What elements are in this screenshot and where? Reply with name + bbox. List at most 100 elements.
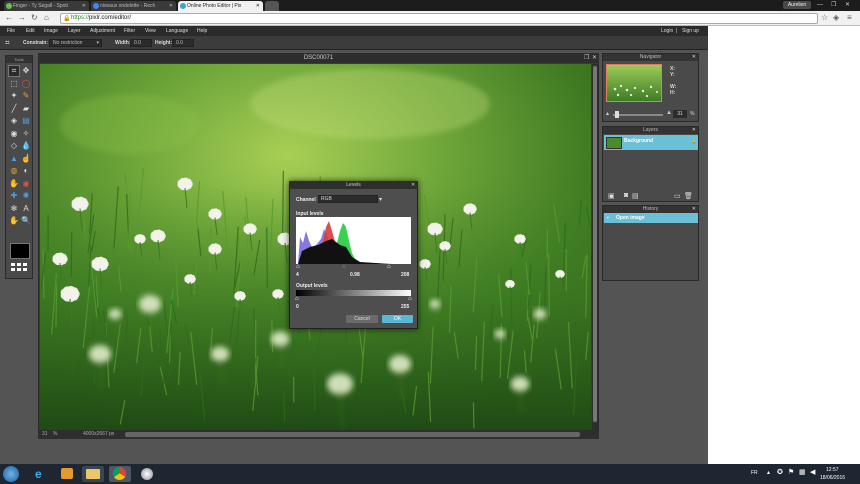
volume-icon[interactable]: ◀ xyxy=(810,468,815,476)
chevron-down-icon[interactable]: ▾ xyxy=(379,196,382,203)
input-low-value[interactable]: 4 xyxy=(296,272,299,278)
output-white-slider[interactable]: ⌂ xyxy=(408,296,412,302)
browser-tab-pixlr[interactable]: Online Photo Editor | Pix ✕ xyxy=(178,1,263,11)
bookmark-star-icon[interactable]: ☆ xyxy=(821,13,828,23)
crop-icon[interactable]: ⌗ xyxy=(8,65,20,77)
extension-icon[interactable]: ◈ xyxy=(833,13,839,23)
bloat-icon[interactable]: ✺ xyxy=(21,191,31,201)
width-input[interactable]: 0.0 xyxy=(130,39,152,47)
layer-settings-icon[interactable]: ▣ xyxy=(608,192,615,200)
zoom-value[interactable]: 31 xyxy=(42,430,48,439)
close-image-icon[interactable]: ✕ xyxy=(592,54,597,62)
menu-icon[interactable]: ≡ xyxy=(847,13,852,23)
close-icon[interactable]: ✕ xyxy=(692,127,696,134)
chrome-taskbar-button[interactable] xyxy=(109,466,131,482)
input-gamma-value[interactable]: 0.98 xyxy=(350,272,360,278)
layer-styles-icon[interactable]: ▤ xyxy=(632,192,639,200)
back-icon[interactable]: ← xyxy=(5,13,13,23)
output-low-value[interactable]: 0 xyxy=(296,304,299,310)
new-tab-button[interactable] xyxy=(265,1,279,11)
menu-adjustment[interactable]: Adjustment xyxy=(90,26,115,36)
output-black-slider[interactable]: ⌂ xyxy=(295,296,299,302)
menu-image[interactable]: Image xyxy=(44,26,58,36)
login-link[interactable]: Login xyxy=(661,26,673,36)
wand-icon[interactable]: ✦ xyxy=(9,91,19,101)
navigator-zoom-input[interactable]: 31 xyxy=(673,110,687,118)
navigator-thumbnail[interactable] xyxy=(606,64,662,102)
vertical-scroll-thumb[interactable] xyxy=(593,66,597,422)
tray-app-icon[interactable]: ✪ xyxy=(777,468,783,476)
clock-date[interactable]: 18/06/2016 xyxy=(820,475,845,481)
lasso-icon[interactable]: ◯ xyxy=(21,79,31,89)
menu-filter[interactable]: Filter xyxy=(124,26,135,36)
type-icon[interactable]: A xyxy=(21,204,31,214)
pinch-icon[interactable]: ✻ xyxy=(9,204,19,214)
brush-icon[interactable]: ╱ xyxy=(9,104,19,114)
input-white-slider[interactable]: ⌂ xyxy=(387,264,391,270)
layer-mask-icon[interactable]: ◙ xyxy=(624,192,628,199)
zoom-slider-track[interactable] xyxy=(613,114,663,116)
menu-layer[interactable]: Layer xyxy=(68,26,81,36)
color-replace-icon[interactable]: ✧ xyxy=(21,129,31,139)
menu-view[interactable]: View xyxy=(145,26,156,36)
blur-icon[interactable]: 💧 xyxy=(21,141,31,151)
height-input[interactable]: 0.0 xyxy=(172,39,194,47)
sharpen-icon[interactable]: ▲ xyxy=(9,154,19,164)
tray-expand-icon[interactable]: ▴ xyxy=(767,469,770,476)
pencil-icon[interactable]: ✎ xyxy=(21,91,31,101)
delete-layer-icon[interactable]: 🗑 xyxy=(684,192,693,200)
zoom-icon[interactable]: 🔍 xyxy=(21,216,31,226)
output-high-value[interactable]: 255 xyxy=(401,304,409,310)
language-indicator[interactable]: FR xyxy=(751,470,758,476)
input-black-slider[interactable]: ⌂ xyxy=(296,264,300,270)
close-icon[interactable]: ✕ xyxy=(82,1,86,11)
network-icon[interactable]: ▦ xyxy=(799,468,806,476)
action-center-icon[interactable]: ⚑ xyxy=(788,468,794,476)
close-icon[interactable]: ✕ xyxy=(256,1,260,11)
browser-tab-search[interactable]: niveaux ondelette - Rech ✕ xyxy=(91,1,176,11)
app-taskbar-button[interactable] xyxy=(136,466,158,482)
red-eye-icon[interactable]: ◉ xyxy=(21,179,31,189)
minimize-icon[interactable]: — xyxy=(817,0,823,10)
forward-icon[interactable]: → xyxy=(18,13,26,23)
close-window-icon[interactable]: ✕ xyxy=(845,0,850,10)
zoom-slider-handle[interactable] xyxy=(615,111,619,118)
burn-icon[interactable]: ✋ xyxy=(9,179,19,189)
reload-icon[interactable]: ↻ xyxy=(31,13,38,23)
close-icon[interactable]: ✕ xyxy=(169,1,173,11)
marquee-icon[interactable]: ⬚ xyxy=(9,79,19,89)
cancel-button[interactable]: Cancel xyxy=(346,315,378,323)
start-button[interactable] xyxy=(3,466,19,482)
move-icon[interactable]: ✥ xyxy=(21,66,31,76)
view-mode-grid[interactable] xyxy=(10,262,28,272)
sponge-icon[interactable]: ◍ xyxy=(9,166,19,176)
input-gamma-slider[interactable]: ⌂ xyxy=(342,264,346,270)
constrain-select[interactable]: No restriction ▾ xyxy=(49,39,102,47)
history-item-open-image[interactable]: ▪ Open image xyxy=(604,213,698,223)
signup-link[interactable]: Sign up xyxy=(682,26,699,36)
eraser-icon[interactable]: ▰ xyxy=(21,104,31,114)
menu-file[interactable]: File xyxy=(7,26,15,36)
profile-button[interactable]: Aurelien xyxy=(783,1,811,9)
clock-time[interactable]: 12:57 xyxy=(826,467,839,473)
smudge-icon[interactable]: ☝ xyxy=(21,154,31,164)
hand-icon[interactable]: ✋ xyxy=(9,216,19,226)
horizontal-scroll-thumb[interactable] xyxy=(125,432,580,437)
channel-select[interactable]: RGB xyxy=(318,195,378,203)
zoom-in-icon[interactable]: ▲ xyxy=(666,110,672,116)
menu-language[interactable]: Language xyxy=(166,26,188,36)
spot-heal-icon[interactable]: ✚ xyxy=(9,191,19,201)
close-icon[interactable]: ✕ xyxy=(411,181,415,189)
menu-help[interactable]: Help xyxy=(197,26,207,36)
internet-explorer-taskbar-button[interactable]: e xyxy=(30,466,52,482)
gradient-icon[interactable]: ▤ xyxy=(21,116,31,126)
foreground-color-swatch[interactable] xyxy=(10,243,30,259)
menu-edit[interactable]: Edit xyxy=(26,26,35,36)
address-bar[interactable]: 🔒 https://pixlr.com/editor/ xyxy=(60,13,818,24)
clone-icon[interactable]: ◉ xyxy=(9,129,19,139)
maximize-window-icon[interactable]: ❐ xyxy=(584,54,589,62)
ok-button[interactable]: OK xyxy=(382,315,413,323)
browser-tab-spotify[interactable]: Finger - Ty Segall - Spoti ✕ xyxy=(4,1,89,11)
explorer-taskbar-button[interactable] xyxy=(82,466,104,482)
close-icon[interactable]: ✕ xyxy=(692,54,696,61)
